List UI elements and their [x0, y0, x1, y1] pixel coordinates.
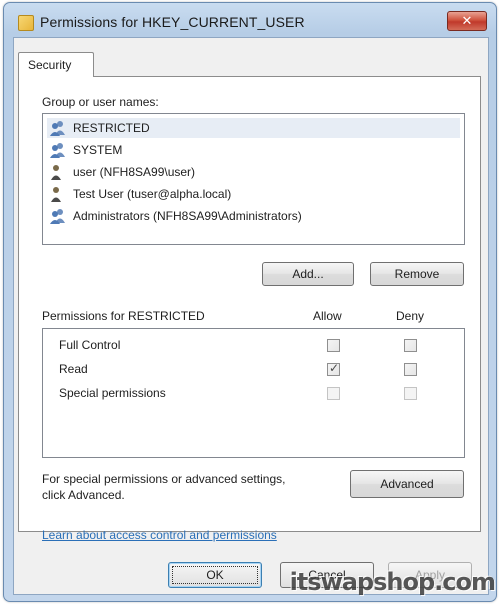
group-icon	[50, 143, 65, 158]
list-item-label: RESTRICTED	[73, 121, 150, 135]
tab-security[interactable]: Security	[18, 52, 94, 77]
remove-button[interactable]: Remove	[370, 262, 464, 286]
list-item-user[interactable]: user (NFH8SA99\user)	[47, 162, 460, 182]
tab-security-label: Security	[28, 58, 72, 72]
window-title: Permissions for HKEY_CURRENT_USER	[40, 14, 305, 30]
focus-rectangle	[172, 566, 258, 584]
list-item-system[interactable]: SYSTEM	[47, 140, 460, 160]
group-icon	[50, 209, 65, 224]
deny-checkbox	[404, 387, 417, 400]
advanced-hint-line2: click Advanced.	[42, 488, 125, 502]
list-item-administrators[interactable]: Administrators (NFH8SA99\Administrators)	[47, 206, 460, 226]
checkmark-icon: ✓	[329, 361, 340, 375]
ok-button[interactable]: OK	[168, 562, 262, 588]
permissions-list: Full Control Read ✓ Special permissions	[42, 328, 465, 458]
user-icon	[51, 187, 61, 202]
list-item-test-user[interactable]: Test User (tuser@alpha.local)	[47, 184, 460, 204]
allow-column-header: Allow	[313, 309, 342, 323]
add-button[interactable]: Add...	[262, 262, 354, 286]
list-item-label: SYSTEM	[73, 143, 123, 157]
list-item-restricted[interactable]: RESTRICTED	[47, 118, 460, 138]
permission-name: Full Control	[59, 338, 121, 352]
allow-checkbox[interactable]	[327, 339, 340, 352]
close-button[interactable]: ✕	[447, 11, 487, 31]
list-item-label: Administrators (NFH8SA99\Administrators)	[73, 209, 302, 223]
list-item-label: Test User (tuser@alpha.local)	[73, 187, 232, 201]
permission-name: Read	[59, 362, 88, 376]
folder-icon	[18, 15, 34, 31]
advanced-button[interactable]: Advanced	[350, 470, 464, 498]
group-names-label: Group or user names:	[42, 95, 159, 109]
permissions-header: Permissions for RESTRICTED	[42, 309, 205, 323]
access-control-help-link[interactable]: Learn about access control and permissio…	[42, 528, 277, 542]
group-icon	[50, 121, 65, 136]
group-user-listbox[interactable]: RESTRICTED SYSTEM user (NFH8SA99\user) T…	[42, 113, 465, 245]
deny-checkbox[interactable]	[404, 339, 417, 352]
list-item-label: user (NFH8SA99\user)	[73, 165, 196, 179]
advanced-hint-line1: For special permissions or advanced sett…	[42, 472, 286, 486]
allow-checkbox	[327, 387, 340, 400]
deny-column-header: Deny	[396, 309, 425, 323]
user-icon	[51, 165, 61, 180]
watermark-text: itswapshop.com	[289, 568, 496, 596]
deny-checkbox[interactable]	[404, 363, 417, 376]
allow-checkbox[interactable]: ✓	[327, 361, 340, 376]
title-bar[interactable]: Permissions for HKEY_CURRENT_USER ✕	[4, 3, 496, 37]
permission-name: Special permissions	[59, 386, 166, 400]
